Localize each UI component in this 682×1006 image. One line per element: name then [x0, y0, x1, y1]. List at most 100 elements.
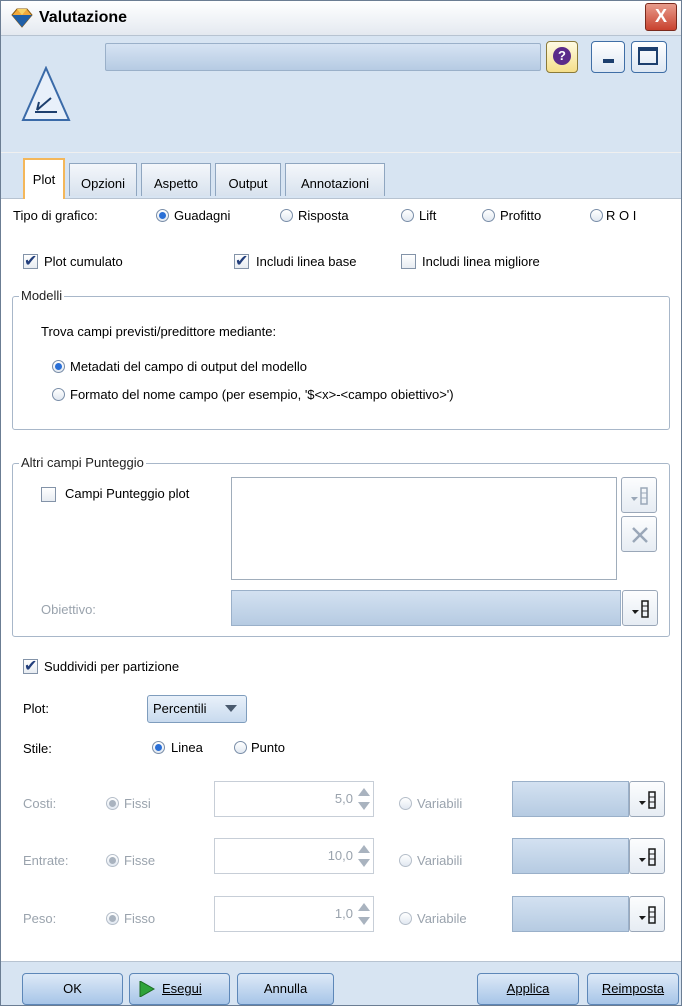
- best-line-label: Includi linea migliore: [422, 254, 540, 269]
- radio-weight-variable-label: Variabile: [417, 911, 467, 926]
- apply-button[interactable]: Applica: [477, 973, 579, 1005]
- weight-variable-field[interactable]: [512, 896, 629, 932]
- cancel-button[interactable]: Annulla: [237, 973, 334, 1005]
- ok-button[interactable]: OK: [22, 973, 123, 1005]
- revenue-spinner[interactable]: 10,0: [214, 838, 374, 874]
- close-button[interactable]: X: [645, 3, 677, 31]
- target-label: Obiettivo:: [41, 602, 96, 617]
- radio-lift[interactable]: [401, 209, 414, 222]
- radio-metadata[interactable]: [52, 360, 65, 373]
- spinner-arrows-icon: [358, 903, 370, 925]
- radio-revenue-fixed[interactable]: [106, 854, 119, 867]
- radio-name-format-label: Formato del nome campo (per esempio, '$<…: [70, 387, 454, 402]
- plot-dropdown-value: Percentili: [153, 701, 207, 716]
- radio-costs-fixed[interactable]: [106, 797, 119, 810]
- field-picker-icon: [639, 848, 656, 866]
- costs-spinner[interactable]: 5,0: [214, 781, 374, 817]
- radio-costs-variable-label: Variabili: [417, 796, 463, 811]
- tab-annotations[interactable]: Annotazioni: [285, 163, 385, 196]
- chart-type-label: Tipo di grafico:: [13, 208, 98, 223]
- costs-label: Costi:: [23, 796, 57, 811]
- costs-field-picker-button[interactable]: [629, 781, 665, 817]
- target-field[interactable]: [231, 590, 621, 626]
- field-picker-button[interactable]: [621, 477, 657, 513]
- style-label: Stile:: [23, 741, 52, 756]
- help-button[interactable]: ?: [546, 41, 578, 73]
- maximize-icon: [638, 47, 658, 65]
- field-picker-icon: [632, 600, 649, 618]
- weight-spinner[interactable]: 1,0: [214, 896, 374, 932]
- node-diamond-icon: [11, 8, 33, 28]
- weight-field-picker-button[interactable]: [629, 896, 665, 932]
- radio-weight-fixed-label: Fisso: [124, 911, 156, 926]
- minimize-icon: [603, 59, 614, 63]
- radio-weight-fixed[interactable]: [106, 912, 119, 925]
- cumulative-plot-checkbox[interactable]: [23, 251, 38, 271]
- radio-metadata-label: Metadati del campo di output del modello: [70, 359, 308, 374]
- tab-output[interactable]: Output: [215, 163, 281, 196]
- revenue-spinner-value: 10,0: [327, 848, 353, 863]
- run-button-label: Esegui: [162, 981, 202, 996]
- remove-field-button[interactable]: [621, 516, 657, 552]
- radio-costs-fixed-label: Fissi: [124, 796, 151, 811]
- radio-revenue-variable[interactable]: [399, 854, 412, 867]
- split-by-partition-checkbox[interactable]: [23, 656, 38, 676]
- field-picker-icon: [631, 487, 648, 505]
- radio-style-line-label: Linea: [171, 740, 203, 755]
- radio-profit-label: Profitto: [500, 208, 542, 223]
- radio-style-line[interactable]: [152, 741, 165, 754]
- radio-costs-variable[interactable]: [399, 797, 412, 810]
- target-picker-button[interactable]: [622, 590, 658, 626]
- chevron-down-icon: [225, 705, 237, 712]
- radio-profit[interactable]: [482, 209, 495, 222]
- radio-response-label: Risposta: [298, 208, 349, 223]
- reset-button[interactable]: Reimposta: [587, 973, 679, 1005]
- radio-gains-label: Guadagni: [174, 208, 231, 223]
- radio-weight-variable[interactable]: [399, 912, 412, 925]
- baseline-checkbox[interactable]: [234, 251, 249, 271]
- minimize-button[interactable]: [591, 41, 625, 73]
- radio-revenue-fixed-label: Fisse: [124, 853, 156, 868]
- close-icon: [632, 527, 648, 543]
- revenue-label: Entrate:: [23, 853, 69, 868]
- run-button[interactable]: Esegui: [129, 973, 230, 1005]
- field-picker-icon: [639, 791, 656, 809]
- title-bar: Valutazione X: [1, 1, 681, 36]
- evaluation-dialog: Valutazione X ? Plot Opzioni Aspetto Out…: [0, 0, 682, 1006]
- radio-style-point-label: Punto: [251, 740, 285, 755]
- best-line-checkbox[interactable]: [401, 254, 416, 269]
- revenue-field-picker-button[interactable]: [629, 838, 665, 874]
- tab-plot[interactable]: Plot: [23, 158, 65, 199]
- spinner-arrows-icon: [358, 788, 370, 810]
- field-picker-icon: [639, 906, 656, 924]
- radio-roi-label: R O I: [606, 208, 637, 223]
- maximize-button[interactable]: [631, 41, 667, 73]
- score-fields-list[interactable]: [231, 477, 617, 580]
- scores-group-title: Altri campi Punteggio: [19, 455, 146, 470]
- spinner-arrows-icon: [358, 845, 370, 867]
- node-header: ?: [1, 36, 681, 152]
- radio-revenue-variable-label: Variabili: [417, 853, 463, 868]
- weight-label: Peso:: [23, 911, 57, 926]
- baseline-label: Includi linea base: [256, 254, 357, 269]
- revenue-variable-field[interactable]: [512, 838, 629, 874]
- costs-variable-field[interactable]: [512, 781, 629, 817]
- tab-appearance[interactable]: Aspetto: [141, 163, 211, 196]
- plot-score-fields-checkbox[interactable]: [41, 487, 56, 502]
- plot-label: Plot:: [23, 701, 50, 716]
- radio-roi[interactable]: [590, 209, 603, 222]
- tab-options[interactable]: Opzioni: [69, 163, 137, 196]
- models-group-title: Modelli: [19, 288, 65, 303]
- window-title: Valutazione: [39, 9, 128, 26]
- dialog-footer: OK Esegui Annulla Applica Reimposta: [1, 961, 681, 1005]
- radio-gains[interactable]: [156, 209, 169, 222]
- plot-panel: Tipo di grafico: Guadagni Risposta Lift …: [1, 199, 681, 961]
- models-prompt: Trova campi previsti/predittore mediante…: [41, 324, 277, 339]
- costs-spinner-value: 5,0: [334, 791, 353, 806]
- radio-name-format[interactable]: [52, 388, 65, 401]
- plot-score-fields-label: Campi Punteggio plot: [65, 486, 190, 501]
- radio-style-point[interactable]: [234, 741, 247, 754]
- radio-response[interactable]: [280, 209, 293, 222]
- node-name-field[interactable]: [105, 43, 541, 71]
- plot-dropdown[interactable]: Percentili: [147, 695, 247, 723]
